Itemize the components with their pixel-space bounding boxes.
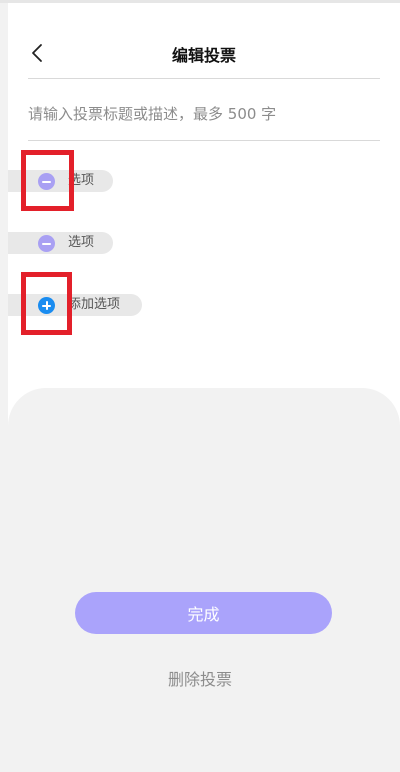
highlight-box [21,150,74,211]
add-option-label: 添加选项 [68,297,121,312]
vote-description-input[interactable] [28,88,380,141]
delete-vote-button[interactable]: 删除投票 [0,666,400,690]
remove-option-icon[interactable] [38,235,55,252]
header-bar: 编辑投票 [28,28,380,79]
top-divider [0,0,400,3]
highlight-box [21,272,72,335]
bottom-panel [8,388,400,772]
option-label: 选项 [68,235,95,250]
done-button[interactable]: 完成 [75,592,332,634]
page-title: 编辑投票 [171,46,236,65]
left-gutter [0,0,8,772]
option-pill[interactable] [8,232,113,254]
